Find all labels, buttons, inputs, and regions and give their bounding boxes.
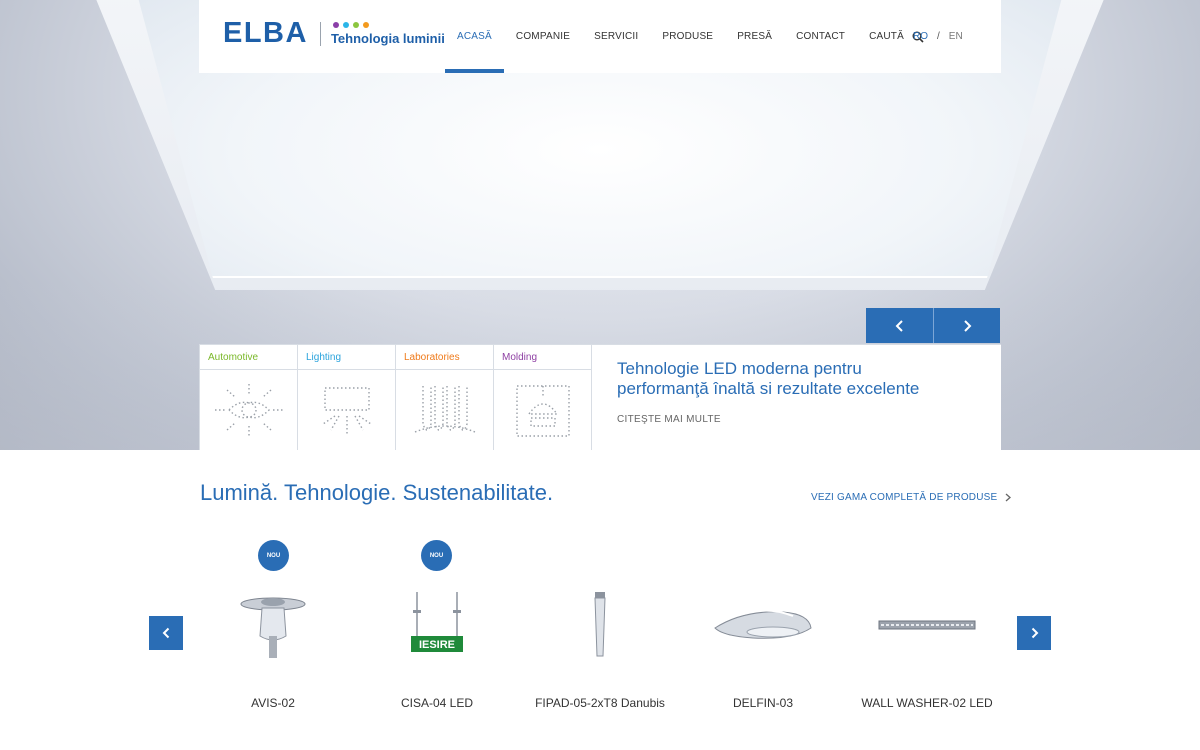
new-badge: NOU [421, 540, 452, 571]
category-label: Automotive [200, 345, 297, 370]
category-strip: Automotive Lighting Laboratories Molding… [199, 344, 1001, 450]
main-nav: ACASĂ COMPANIE SERVICII PRODUSE PRESĂ CO… [445, 0, 936, 73]
logo-divider [319, 21, 321, 46]
logo-dots [332, 21, 445, 28]
featured-article: Tehnologie LED moderna pentru performanţ… [592, 345, 1001, 450]
read-more-link[interactable]: CITEŞTE MAI MULTE [617, 414, 721, 425]
product-name: FIPAD-05-2xT8 Danubis [535, 696, 665, 710]
product-card-wall-washer-02[interactable]: WALL WASHER-02 LED [847, 540, 1007, 720]
laboratories-icon [414, 386, 475, 433]
nav-item-servicii[interactable]: SERVICII [582, 0, 650, 73]
logo-dot [352, 21, 359, 28]
product-card-cisa-04-led[interactable]: NOU IESIRE CISA-04 LED [357, 540, 517, 720]
category-label: Laboratories [396, 345, 493, 370]
product-name: AVIS-02 [251, 696, 295, 710]
logo-tagline: Tehnologia luminii [330, 30, 445, 46]
language-switcher: RO / EN [913, 0, 963, 73]
nav-item-presa[interactable]: PRESĂ [725, 0, 784, 73]
products-next-button[interactable] [1017, 616, 1051, 650]
category-label: Lighting [298, 345, 395, 370]
product-name: WALL WASHER-02 LED [861, 696, 993, 710]
category-automotive[interactable]: Automotive [199, 345, 298, 450]
product-card-fipad-05[interactable]: FIPAD-05-2xT8 Danubis [520, 540, 680, 720]
chevron-right-icon [1031, 627, 1038, 639]
automotive-light-icon [214, 384, 283, 436]
product-name: CISA-04 LED [400, 696, 474, 710]
lang-ro-link[interactable]: RO [913, 31, 928, 42]
lighting-icon [322, 387, 371, 434]
chevron-left-icon [162, 627, 169, 639]
full-range-link[interactable]: VEZI GAMA COMPLETĂ DE PRODUSE [811, 492, 1012, 503]
road-luminaire-image [714, 609, 812, 639]
hero-next-button[interactable] [933, 308, 1000, 343]
chevron-right-icon [964, 319, 972, 332]
category-lighting[interactable]: Lighting [297, 345, 396, 450]
category-molding[interactable]: Molding [493, 345, 592, 450]
product-card-avis-02[interactable]: NOU AVIS-02 [193, 540, 353, 720]
exit-sign-image: IESIRE [411, 592, 463, 652]
logo[interactable]: ELBA Tehnologia luminii [223, 19, 445, 48]
product-name: DELFIN-03 [732, 696, 794, 710]
product-card-delfin-03[interactable]: DELFIN-03 [683, 540, 843, 720]
linear-led-image [878, 620, 976, 630]
feature-title-line2: performanţă înaltă si rezultate excelent… [617, 379, 920, 398]
lang-en-link[interactable]: EN [949, 31, 963, 42]
section-title: Lumină. Tehnologie. Sustenabilitate. [200, 480, 554, 505]
category-label: Molding [494, 345, 591, 370]
exit-sign-text: IESIRE [419, 639, 455, 651]
hero-prev-button[interactable] [866, 308, 933, 343]
street-lamp-image [240, 597, 306, 658]
nav-item-contact[interactable]: CONTACT [784, 0, 857, 73]
lang-separator: / [937, 31, 940, 42]
molding-icon [515, 385, 570, 437]
products-prev-button[interactable] [149, 616, 183, 650]
nav-item-companie[interactable]: COMPANIE [504, 0, 582, 73]
nav-item-produse[interactable]: PRODUSE [650, 0, 725, 73]
logo-dot [362, 21, 369, 28]
chevron-left-icon [895, 319, 903, 332]
logo-wordmark: ELBA [223, 17, 308, 49]
chevron-right-icon [1005, 493, 1012, 502]
nav-item-acasa[interactable]: ACASĂ [445, 0, 504, 73]
logo-dot [332, 21, 339, 28]
logo-dot [342, 21, 349, 28]
tube-luminaire-image [594, 592, 606, 657]
hero-slider-controls [866, 308, 1000, 343]
category-laboratories[interactable]: Laboratories [395, 345, 494, 450]
new-badge: NOU [258, 540, 289, 571]
feature-title-line1: Tehnologie LED moderna pentru [617, 359, 862, 378]
site-header: ELBA Tehnologia luminii ACASĂ COMPANIE S… [199, 0, 1001, 73]
